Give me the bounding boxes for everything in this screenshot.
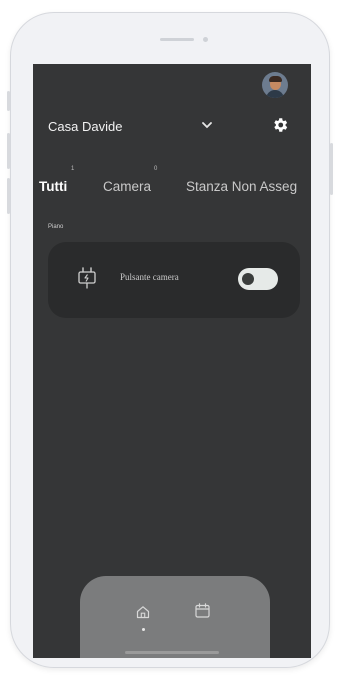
device-toggle[interactable]: [238, 268, 278, 290]
phone-speaker: [160, 38, 194, 41]
plug-icon: [78, 267, 96, 289]
phone-volume-up: [7, 133, 10, 169]
phone-volume-down: [7, 178, 10, 214]
device-card[interactable]: Pulsante camera: [48, 242, 300, 318]
active-nav-indicator: [142, 628, 145, 631]
chevron-down-icon[interactable]: [200, 118, 214, 132]
phone-camera: [203, 37, 208, 42]
tab-tutti[interactable]: Tutti: [39, 179, 67, 194]
phone-power-button: [330, 143, 333, 195]
user-avatar[interactable]: [262, 72, 288, 98]
home-name[interactable]: Casa Davide: [48, 119, 122, 134]
gear-icon[interactable]: [271, 116, 289, 134]
home-icon[interactable]: [135, 604, 151, 620]
home-indicator[interactable]: [125, 651, 219, 654]
section-label: Piano: [48, 224, 64, 230]
tab-camera[interactable]: Camera: [103, 179, 151, 194]
tab-count-tutti: 1: [71, 166, 75, 172]
app-screen: Casa Davide 1 Tutti 0 Camera Stanza Non …: [33, 64, 311, 658]
device-label: Pulsante camera: [120, 272, 179, 282]
bottom-nav-bar: [80, 576, 270, 658]
tab-count-camera: 0: [154, 166, 158, 172]
calendar-icon[interactable]: [194, 602, 211, 619]
tab-stanza-non-assegnata[interactable]: Stanza Non Asseg: [186, 179, 297, 194]
phone-silent-switch: [7, 91, 10, 111]
toggle-knob: [242, 273, 254, 285]
